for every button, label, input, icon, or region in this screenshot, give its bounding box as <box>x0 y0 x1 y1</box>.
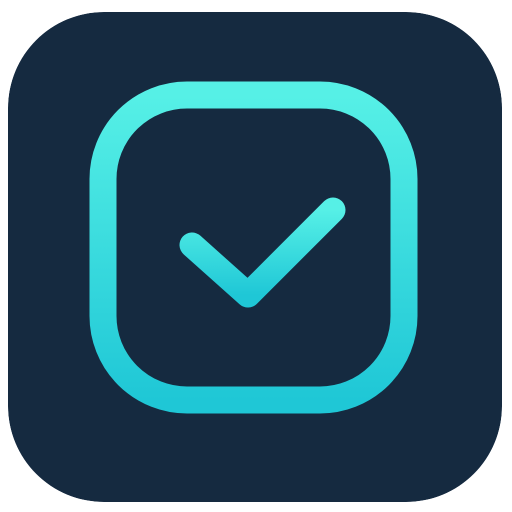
checkbox-checked-icon <box>8 12 502 502</box>
canvas <box>0 0 512 512</box>
app-icon[interactable] <box>8 12 502 502</box>
